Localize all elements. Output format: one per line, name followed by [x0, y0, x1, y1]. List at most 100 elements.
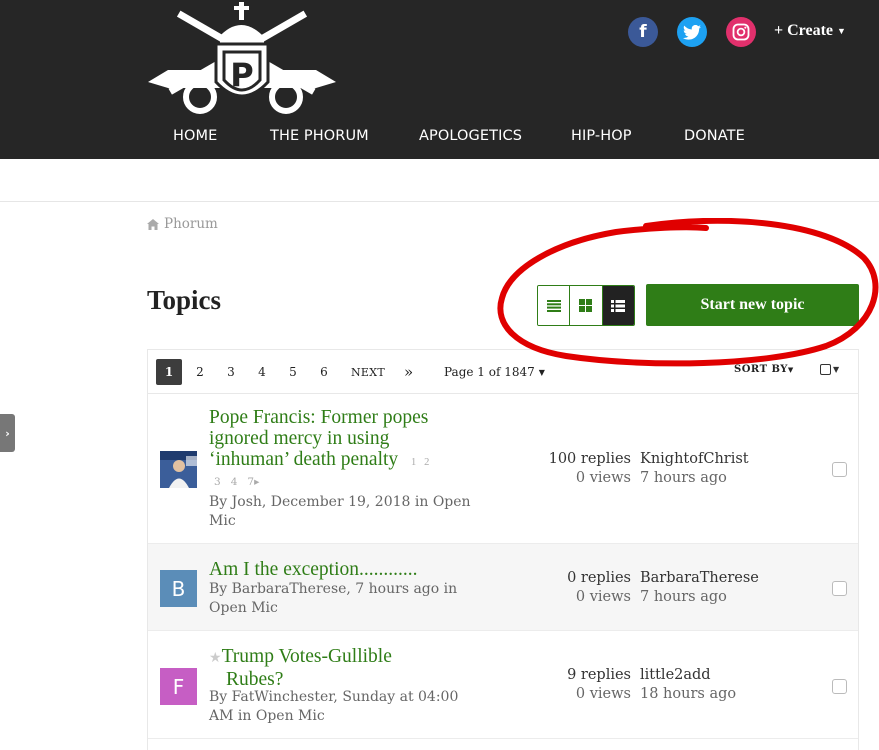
page-title: Topics [147, 285, 222, 315]
page-jump-dropdown[interactable]: Page 1 of 1847 ▼ [444, 359, 545, 385]
topic-row: F ★Trump Votes-Gullible Rubes? By FatWin… [148, 631, 858, 739]
topic-page-link[interactable]: 2 [424, 457, 429, 468]
topic-title-link[interactable]: Am I the exception............ [209, 559, 418, 580]
topic-select-checkbox[interactable] [832, 679, 847, 694]
grid-view-button[interactable] [570, 286, 603, 325]
nav-home[interactable]: HOME [173, 128, 217, 144]
list-view-button[interactable] [602, 286, 634, 325]
topic-title-link[interactable]: Pope Francis: Former popes ignored mercy… [209, 407, 429, 473]
topic-stats: 0 replies 0 views [491, 569, 631, 607]
chevron-right-icon: › [5, 426, 10, 440]
topic-page-link[interactable]: 3 [214, 476, 221, 488]
last-poster: BarbaraTherese 7 hours ago [640, 569, 759, 607]
nav-donate[interactable]: DONATE [684, 128, 745, 144]
sort-by-label: SORT BY [734, 364, 788, 375]
twitter-icon[interactable] [677, 17, 707, 47]
grid-icon [579, 299, 593, 312]
header-divider [0, 201, 879, 202]
topic-select-checkbox[interactable] [832, 581, 847, 596]
topic-row: Pope Francis: Former popes ignored mercy… [148, 394, 858, 544]
topic-title-line: Rubes? [226, 669, 284, 690]
list-lines-icon [546, 299, 561, 312]
topic-title-line: ignored mercy in using [209, 428, 390, 449]
nav-hip-hop[interactable]: HIP-HOP [571, 128, 632, 144]
page-2-button[interactable]: 2 [192, 359, 208, 385]
create-label: Create [787, 22, 834, 39]
breadcrumb-phorum[interactable]: Phorum [164, 216, 218, 232]
sort-by-dropdown[interactable]: SORT BY▼ [734, 364, 794, 375]
topic-title-text: ‘inhuman’ death penalty [209, 449, 399, 470]
last-post-time[interactable]: 7 hours ago [640, 469, 749, 488]
last-page-button[interactable]: » [404, 359, 413, 385]
site-header: P f + Create ▼ HOME THE PHORUM APOLOGETI… [0, 0, 879, 159]
last-poster: KnightofChrist 7 hours ago [640, 450, 749, 488]
home-icon [147, 218, 159, 230]
reply-count: 0 replies [567, 570, 631, 586]
view-count: 0 views [575, 470, 631, 486]
topic-meta-line: By FatWinchester, Sunday at 04:00 [209, 689, 459, 705]
table-view-button[interactable] [538, 286, 571, 325]
instagram-camera-glyph [732, 23, 750, 41]
last-poster-name[interactable]: little2add [640, 666, 736, 685]
page-4-button[interactable]: 4 [254, 359, 270, 385]
last-poster-name[interactable]: BarbaraTherese [640, 569, 759, 588]
topic-page-link[interactable]: 4 [231, 476, 238, 488]
topic-page-link[interactable]: 1 [411, 457, 416, 468]
topic-title-link[interactable]: ★Trump Votes-Gullible Rubes? [209, 646, 392, 690]
twitter-bird-glyph [683, 24, 701, 40]
caret-down-icon: ▼ [787, 365, 794, 374]
avatar[interactable]: F [160, 668, 197, 705]
topic-meta: By FatWinchester, Sunday at 04:00 AM in … [209, 688, 458, 726]
topic-meta: By Josh, December 19, 2018 in Open Mic [209, 493, 471, 531]
topic-stats: 100 replies 0 views [491, 450, 631, 488]
page-5-button[interactable]: 5 [285, 359, 301, 385]
topic-title-line: ★Trump Votes-Gullible [209, 646, 392, 669]
next-page-button[interactable]: NEXT [351, 359, 385, 385]
checkbox-icon [820, 364, 831, 375]
pagination-bar: 1 2 3 4 5 6 NEXT » Page 1 of 1847 ▼ SORT… [148, 350, 858, 394]
view-count: 0 views [575, 589, 631, 605]
topic-row: B Am I the exception............ By Barb… [148, 544, 858, 631]
instagram-icon[interactable] [726, 17, 756, 47]
nav-apologetics[interactable]: APOLOGETICS [419, 128, 522, 144]
caret-down-icon: ▼ [837, 26, 846, 36]
detailed-list-icon [611, 299, 626, 312]
topic-select-checkbox[interactable] [832, 462, 847, 477]
topic-title-text: Trump Votes-Gullible [221, 646, 392, 667]
last-post-time[interactable]: 7 hours ago [640, 588, 759, 607]
avatar[interactable] [160, 451, 197, 488]
topic-title-line: Pope Francis: Former popes [209, 407, 429, 428]
avatar[interactable]: B [160, 570, 197, 607]
topic-list: 1 2 3 4 5 6 NEXT » Page 1 of 1847 ▼ SORT… [147, 349, 859, 750]
last-post-time[interactable]: 18 hours ago [640, 685, 736, 704]
topic-meta-line: By Josh, December 19, 2018 in Open [209, 494, 471, 510]
topic-meta-line: Mic [209, 513, 236, 529]
caret-down-icon: ▼ [538, 367, 545, 377]
sidebar-toggle-tab[interactable]: › [0, 414, 15, 452]
caret-down-icon: ▼ [833, 365, 840, 374]
page-6-button[interactable]: 6 [316, 359, 332, 385]
create-menu-button[interactable]: + Create ▼ [774, 22, 846, 40]
breadcrumb[interactable]: Phorum [147, 216, 218, 232]
star-icon[interactable]: ★ [209, 651, 222, 666]
topic-meta: By BarbaraTherese, 7 hours ago in Open M… [209, 580, 457, 618]
site-logo[interactable]: P [146, 2, 338, 118]
svg-text:P: P [230, 56, 253, 94]
arrow-right-icon: ▸ [254, 476, 260, 488]
page-of-label: Page 1 of 1847 [444, 365, 535, 379]
topic-title-line: ‘inhuman’ death penalty 1 2 [209, 449, 429, 473]
topic-meta-line: By BarbaraTherese, 7 hours ago in [209, 581, 458, 597]
page-1-button[interactable]: 1 [156, 359, 182, 385]
reply-count: 100 replies [548, 451, 631, 467]
topic-stats: 9 replies 0 views [491, 666, 631, 704]
last-poster-name[interactable]: KnightofChrist [640, 450, 749, 469]
topic-mini-pagination: 3 4 7▸ [214, 476, 259, 488]
start-new-topic-button[interactable]: Start new topic [646, 284, 859, 326]
select-all-checkbox[interactable]: ▼ [820, 364, 839, 375]
facebook-icon[interactable]: f [628, 17, 658, 47]
main-nav: HOME THE PHORUM APOLOGETICS HIP-HOP DONA… [0, 128, 879, 152]
page-3-button[interactable]: 3 [223, 359, 239, 385]
avatar-photo [160, 451, 197, 488]
topic-meta-line: AM in Open Mic [209, 708, 325, 724]
nav-the-phorum[interactable]: THE PHORUM [270, 128, 369, 144]
